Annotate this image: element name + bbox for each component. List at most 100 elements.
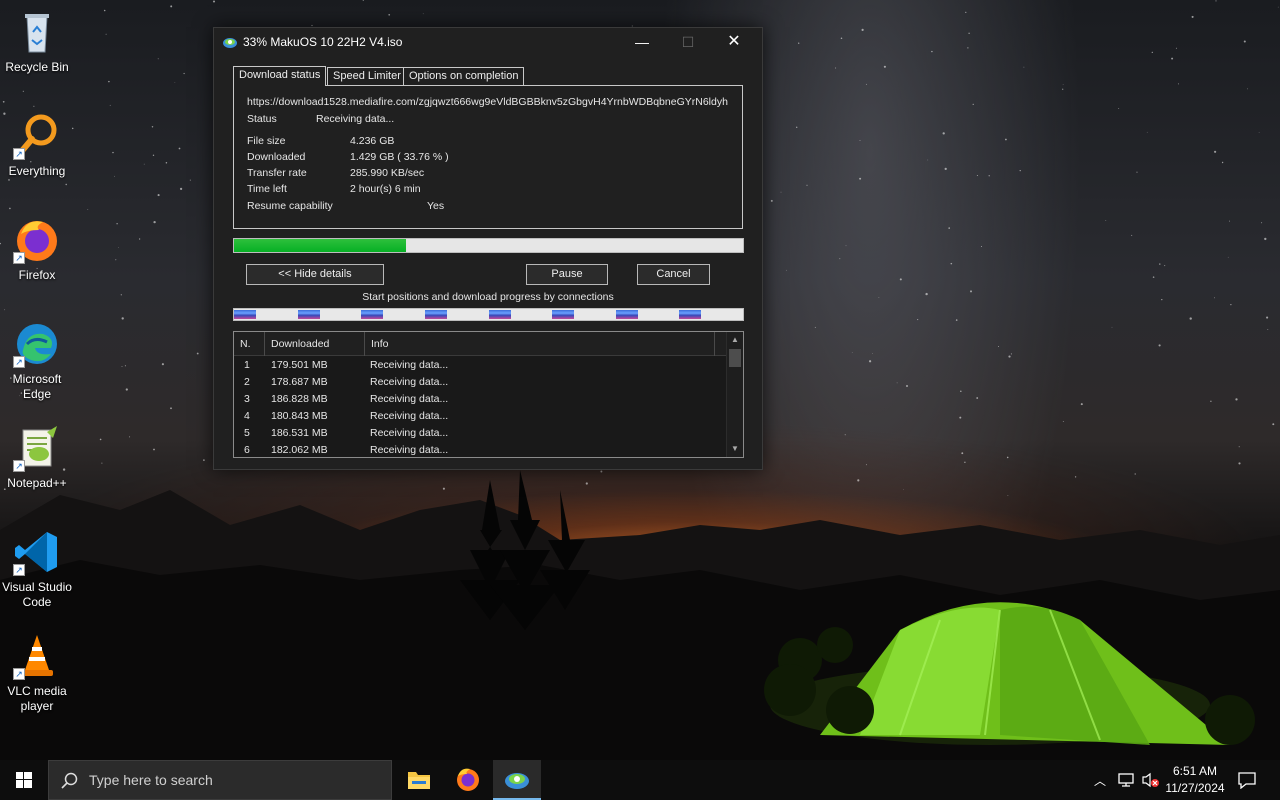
shortcut-arrow-icon: ↗ bbox=[13, 356, 25, 368]
desktop-icon-vscode[interactable]: ↗ Visual Studio Code bbox=[2, 528, 72, 610]
desktop-icon-edge[interactable]: ↗ Microsoft Edge bbox=[2, 320, 72, 402]
desktop-icon-everything[interactable]: ↗ Everything bbox=[2, 112, 72, 179]
cell-n: 2 bbox=[244, 376, 250, 388]
shortcut-arrow-icon: ↗ bbox=[13, 148, 25, 160]
volume-muted-icon[interactable] bbox=[1141, 772, 1161, 788]
connection-segment bbox=[679, 310, 702, 319]
pause-button[interactable]: Pause bbox=[526, 264, 608, 285]
status-value: Receiving data... bbox=[316, 113, 395, 125]
system-clock[interactable]: 6:51 AM 11/27/2024 bbox=[1160, 763, 1230, 797]
connection-row[interactable]: 2 178.687 MB Receiving data... bbox=[234, 375, 724, 392]
file-explorer-icon bbox=[408, 772, 430, 789]
close-button[interactable]: ✕ bbox=[711, 28, 757, 57]
connection-row[interactable]: 4 180.843 MB Receiving data... bbox=[234, 409, 724, 426]
tab-speed-limiter[interactable]: Speed Limiter bbox=[327, 67, 407, 85]
connection-segment bbox=[297, 310, 320, 319]
desktop-icon-vlc[interactable]: ↗ VLC media player bbox=[2, 632, 72, 714]
shortcut-arrow-icon: ↗ bbox=[13, 460, 25, 472]
list-scrollbar[interactable]: ▲ ▼ bbox=[726, 332, 743, 457]
firefox-icon: ↗ bbox=[13, 216, 61, 264]
taskbar: Type here to search ︿ 6:51 AM 11/27/2024 bbox=[0, 760, 1280, 800]
connection-row[interactable]: 5 186.531 MB Receiving data... bbox=[234, 426, 724, 443]
downloaded-label: Downloaded bbox=[247, 151, 306, 163]
title-bar[interactable]: 33% MakuOS 10 22H2 V4.iso — ☐ ✕ bbox=[214, 28, 762, 57]
connections-progress-bar bbox=[233, 308, 744, 321]
cell-downloaded: 186.531 MB bbox=[271, 427, 328, 439]
taskbar-search-box[interactable]: Type here to search bbox=[48, 760, 392, 800]
status-label: Status bbox=[247, 113, 277, 125]
show-hidden-icons-chevron-icon[interactable]: ︿ bbox=[1094, 772, 1106, 789]
download-progress-bar bbox=[233, 238, 744, 253]
desktop-icon-label: Firefox bbox=[18, 268, 56, 282]
connections-caption: Start positions and download progress by… bbox=[362, 291, 614, 303]
cell-downloaded: 180.843 MB bbox=[271, 410, 328, 422]
tab-options-on-completion[interactable]: Options on completion bbox=[403, 67, 525, 85]
taskbar-file-explorer[interactable] bbox=[395, 760, 443, 800]
minimize-button[interactable]: — bbox=[619, 28, 665, 57]
cell-info: Receiving data... bbox=[370, 427, 449, 439]
cell-downloaded: 186.828 MB bbox=[271, 393, 328, 405]
connection-segment bbox=[361, 310, 384, 319]
search-icon bbox=[61, 772, 78, 789]
connections-list[interactable]: N. Downloaded Info 1 179.501 MB Receiving … bbox=[233, 331, 744, 458]
everything-search-icon: ↗ bbox=[13, 112, 61, 160]
connection-segment bbox=[424, 310, 447, 319]
transfer-rate-label: Transfer rate bbox=[247, 167, 307, 179]
desktop-icon-label: Notepad++ bbox=[7, 476, 67, 490]
desktop-icon-firefox[interactable]: ↗ Firefox bbox=[2, 216, 72, 283]
cell-info: Receiving data... bbox=[370, 376, 449, 388]
column-header-info[interactable]: Info bbox=[365, 332, 715, 356]
resume-capability-label: Resume capability bbox=[247, 200, 333, 212]
download-url: https://download1528.mediafire.com/zgjqw… bbox=[247, 96, 728, 108]
connection-segment bbox=[615, 310, 638, 319]
cell-downloaded: 182.062 MB bbox=[271, 444, 328, 456]
connection-segment bbox=[488, 310, 511, 319]
cell-info: Receiving data... bbox=[370, 410, 449, 422]
file-size-value: 4.236 GB bbox=[350, 135, 395, 147]
cell-n: 5 bbox=[244, 427, 250, 439]
shortcut-arrow-icon: ↗ bbox=[13, 564, 25, 576]
hide-details-button[interactable]: << Hide details bbox=[246, 264, 384, 285]
cancel-button[interactable]: Cancel bbox=[637, 264, 710, 285]
time-left-value: 2 hour(s) 6 min bbox=[350, 183, 421, 195]
scroll-thumb[interactable] bbox=[729, 349, 741, 367]
tab-download-status[interactable]: Download status bbox=[233, 66, 327, 86]
column-header-downloaded[interactable]: Downloaded bbox=[265, 332, 365, 356]
downloaded-value: 1.429 GB ( 33.76 % ) bbox=[350, 151, 449, 163]
column-header-n[interactable]: N. bbox=[234, 332, 265, 356]
resume-capability-value: Yes bbox=[427, 200, 445, 212]
firefox-icon bbox=[457, 768, 479, 791]
connections-list-header: N. Downloaded Info bbox=[234, 332, 743, 356]
maximize-button[interactable]: ☐ bbox=[665, 28, 711, 57]
notifications-icon[interactable] bbox=[1237, 771, 1257, 789]
desktop-icon-notepadpp[interactable]: ↗ Notepad++ bbox=[2, 424, 72, 491]
taskbar-idm[interactable] bbox=[493, 760, 541, 800]
cell-n: 6 bbox=[244, 444, 250, 456]
scroll-down-arrow-icon[interactable]: ▼ bbox=[727, 442, 743, 456]
scroll-up-arrow-icon[interactable]: ▲ bbox=[727, 333, 743, 347]
connection-row[interactable]: 3 186.828 MB Receiving data... bbox=[234, 392, 724, 409]
shortcut-arrow-icon: ↗ bbox=[13, 668, 25, 680]
vlc-icon: ↗ bbox=[13, 632, 61, 680]
desktop-icon-label: Visual Studio Code bbox=[2, 580, 72, 609]
clock-time: 6:51 AM bbox=[1172, 764, 1218, 778]
download-progress-window: 33% MakuOS 10 22H2 V4.iso — ☐ ✕ Download… bbox=[213, 27, 763, 470]
desktop-icon-label: Microsoft Edge bbox=[12, 372, 62, 401]
start-button[interactable] bbox=[0, 760, 48, 800]
windows-logo-icon bbox=[16, 772, 32, 788]
desktop-icon-label: VLC media player bbox=[7, 684, 67, 713]
desktop-icon-recycle-bin[interactable]: Recycle Bin bbox=[2, 8, 72, 75]
file-size-label: File size bbox=[247, 135, 286, 147]
connection-row[interactable]: 6 182.062 MB Receiving data... bbox=[234, 443, 724, 457]
idm-icon bbox=[223, 38, 237, 48]
window-title: 33% MakuOS 10 22H2 V4.iso bbox=[243, 35, 403, 49]
network-icon[interactable] bbox=[1117, 772, 1137, 788]
vscode-icon: ↗ bbox=[13, 528, 61, 576]
cell-downloaded: 178.687 MB bbox=[271, 376, 328, 388]
search-placeholder: Type here to search bbox=[89, 772, 213, 788]
cell-n: 3 bbox=[244, 393, 250, 405]
cell-downloaded: 179.501 MB bbox=[271, 359, 328, 371]
connection-row[interactable]: 1 179.501 MB Receiving data... bbox=[234, 358, 724, 375]
clock-date: 11/27/2024 bbox=[1165, 781, 1225, 795]
taskbar-firefox[interactable] bbox=[444, 760, 492, 800]
